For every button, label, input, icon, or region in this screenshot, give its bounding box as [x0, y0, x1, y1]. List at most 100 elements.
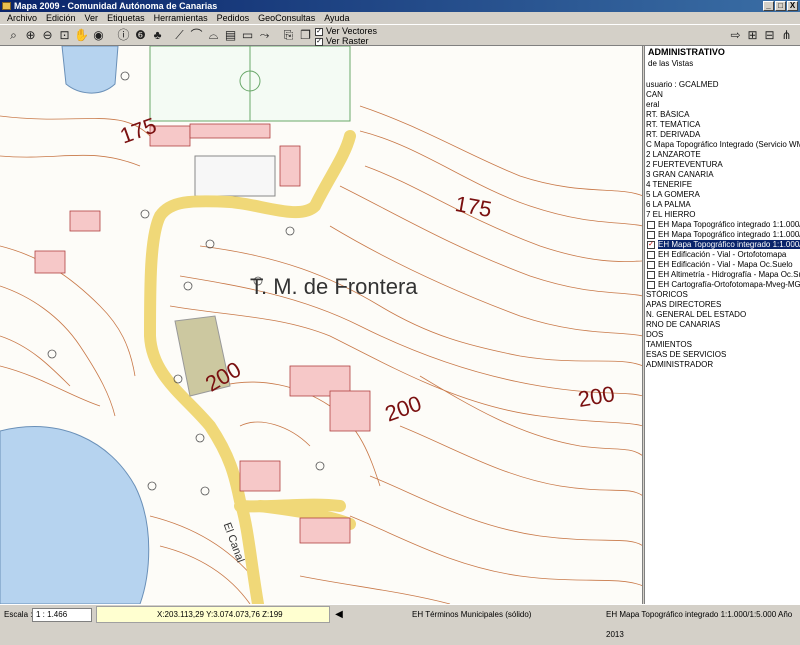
menu-ayuda[interactable]: Ayuda	[324, 12, 349, 24]
tree-node[interactable]: CAN	[645, 90, 800, 100]
measure-area-icon[interactable]: ⌒	[189, 28, 204, 43]
menu-archivo[interactable]: Archivo	[7, 12, 37, 24]
zoom-out-icon[interactable]: ⊖	[40, 28, 55, 43]
tree-label: APAS DIRECTORES	[646, 300, 722, 309]
show-raster-label: Ver Raster	[326, 36, 369, 46]
layer-item[interactable]: EH Mapa Topográfico integrado 1:1.000/1:…	[645, 220, 800, 230]
menu-ver[interactable]: Ver	[85, 12, 99, 24]
tree-label: EH Mapa Topográfico integrado 1:1.000/1:…	[658, 220, 800, 229]
copy-icon[interactable]: ⎘	[281, 28, 296, 43]
tree-node[interactable]: 4 TENERIFE	[645, 180, 800, 190]
municipality-label: T. M. de Frontera	[250, 274, 418, 299]
layer-item[interactable]: EH Altimetría - Hidrografía - Mapa Oc.Su…	[645, 270, 800, 280]
tree-node[interactable]: eral	[645, 100, 800, 110]
tree-node[interactable]: RNO DE CANARIAS	[645, 320, 800, 330]
menu-pedidos[interactable]: Pedidos	[217, 12, 250, 24]
show-vectors-label: Ver Vectores	[326, 26, 378, 36]
back-arrow-icon[interactable]: ◀	[331, 608, 347, 622]
tree-node[interactable]: ADMINISTRADOR	[645, 360, 800, 370]
tree-label: 7 EL HIERRO	[646, 210, 696, 219]
layer-item[interactable]: EH Mapa Topográfico integrado 1:1.000/1:…	[645, 230, 800, 240]
tree-label: N. GENERAL DEL ESTADO	[646, 310, 747, 319]
layer-checkbox[interactable]	[647, 280, 655, 289]
globe-icon[interactable]: ◉	[91, 28, 106, 43]
tree-label: C Mapa Topográfico Integrado (Servicio W…	[646, 140, 800, 149]
tree-node[interactable]: APAS DIRECTORES	[645, 300, 800, 310]
tree-node[interactable]: 3 GRAN CANARIA	[645, 170, 800, 180]
menu-etiquetas[interactable]: Etiquetas	[107, 12, 145, 24]
tree-node[interactable]: 7 EL HIERRO	[645, 210, 800, 220]
query-icon[interactable]: ♣	[150, 28, 165, 43]
tree-node[interactable]: DOS	[645, 330, 800, 340]
zoom-window-icon[interactable]: ⊡	[57, 28, 72, 43]
layer-checkbox[interactable]	[647, 270, 655, 279]
court	[194, 155, 276, 197]
pan-icon[interactable]: ✋	[74, 28, 89, 43]
menu-geoconsultas[interactable]: GeoConsultas	[258, 12, 315, 24]
scale-label: Escala :	[4, 610, 33, 619]
tree-label: EH Edificación - Vial - Mapa Oc.Suelo	[658, 260, 793, 269]
info-icon[interactable]: ⓘ	[116, 28, 131, 43]
pond-area	[61, 46, 119, 94]
tree-expand-icon[interactable]: ⊞	[745, 28, 760, 43]
tree-options-icon[interactable]: ⋔	[779, 28, 794, 43]
panel-title: ADMINISTRATIVO	[648, 47, 725, 57]
raster-layer-status: EH Mapa Topográfico integrado 1:1.000/1:…	[606, 610, 793, 639]
tree-node[interactable]: RT. TEMÁTICA	[645, 120, 800, 130]
layer-checkbox[interactable]	[647, 220, 655, 229]
forward-arrow-icon[interactable]: ⇨	[728, 28, 743, 43]
ruler-icon[interactable]: ▭	[240, 28, 255, 43]
close-button[interactable]: X	[787, 1, 798, 11]
layer-checkbox[interactable]: ✓	[647, 240, 655, 249]
route-icon[interactable]: ⤳	[257, 28, 272, 43]
maximize-button[interactable]: □	[775, 1, 786, 11]
tree-node[interactable]: 5 LA GOMERA	[645, 190, 800, 200]
tree-node[interactable]: N. GENERAL DEL ESTADO	[645, 310, 800, 320]
layer-item[interactable]: ✓EH Mapa Topográfico integrado 1:1.000/1…	[645, 240, 800, 250]
layer-item[interactable]: EH Edificación - Vial - Mapa Oc.Suelo	[645, 260, 800, 270]
tree-label: 4 TENERIFE	[646, 180, 693, 189]
layer-panel: ADMINISTRATIVO de las Vistas usuario : G…	[644, 46, 800, 604]
tree-node[interactable]: 2 LANZAROTE	[645, 150, 800, 160]
show-vectors-toggle[interactable]: ✓ Ver Vectores	[315, 26, 377, 36]
tree-node[interactable]: usuario : GCALMED	[645, 80, 800, 90]
measure-height-icon[interactable]: ⌓	[206, 28, 221, 43]
layer-checkbox[interactable]	[647, 250, 655, 259]
window-controls: _ □ X	[763, 1, 798, 11]
tree-node[interactable]: TAMIENTOS	[645, 340, 800, 350]
tree-node[interactable]: C Mapa Topográfico Integrado (Servicio W…	[645, 140, 800, 150]
tree-label: DOS	[646, 330, 664, 339]
layer-item[interactable]: EH Edificación - Vial - Ortofotomapa	[645, 250, 800, 260]
sea-area	[0, 426, 150, 604]
tree-label: RT. TEMÁTICA	[646, 120, 701, 129]
fire-icon[interactable]: ❻	[133, 28, 148, 43]
tree-node[interactable]: 2 FUERTEVENTURA	[645, 160, 800, 170]
window-title-bar[interactable]: Mapa 2009 - Comunidad Autónoma de Canari…	[0, 0, 800, 12]
print-map-icon[interactable]: ▤	[223, 28, 238, 43]
tree-node[interactable]: RT. DERIVADA	[645, 130, 800, 140]
tree-node[interactable]: RT. BÁSICA	[645, 110, 800, 120]
layer-item[interactable]: EH Cartografía-Ortofotomapa-Mveg-MGeol-L…	[645, 280, 800, 290]
zoom-in-icon[interactable]: ⊕	[23, 28, 38, 43]
zoom-icon[interactable]: ⌕	[6, 28, 21, 43]
tree-node[interactable]: ESAS DE SERVICIOS	[645, 350, 800, 360]
tree-node[interactable]: STÓRICOS	[645, 290, 800, 300]
layers-icon[interactable]: ❐	[298, 28, 313, 43]
show-raster-toggle[interactable]: ✓ Ver Raster	[315, 36, 377, 46]
menu-herramientas[interactable]: Herramientas	[154, 12, 208, 24]
tree-label: 6 LA PALMA	[646, 200, 691, 209]
tree-collapse-icon[interactable]: ⊟	[762, 28, 777, 43]
base-layer-status: EH Términos Municipales (sólido)	[412, 610, 532, 619]
layer-checkbox[interactable]	[647, 260, 655, 269]
measure-line-icon[interactable]: ⟋	[172, 28, 187, 43]
layer-checkbox[interactable]	[647, 230, 655, 239]
minimize-button[interactable]: _	[763, 1, 774, 11]
tree-node[interactable]: 6 LA PALMA	[645, 200, 800, 210]
menu-edicion[interactable]: Edición	[46, 12, 76, 24]
map-canvas[interactable]: T. M. de Frontera El Canal 175 175 200 2…	[0, 46, 643, 604]
tree-label: 5 LA GOMERA	[646, 190, 700, 199]
scale-select[interactable]: 1 : 1.466	[32, 608, 92, 622]
show-raster-checkbox[interactable]: ✓	[315, 37, 323, 46]
tree-label: RT. BÁSICA	[646, 110, 690, 119]
show-vectors-checkbox[interactable]: ✓	[315, 27, 323, 36]
